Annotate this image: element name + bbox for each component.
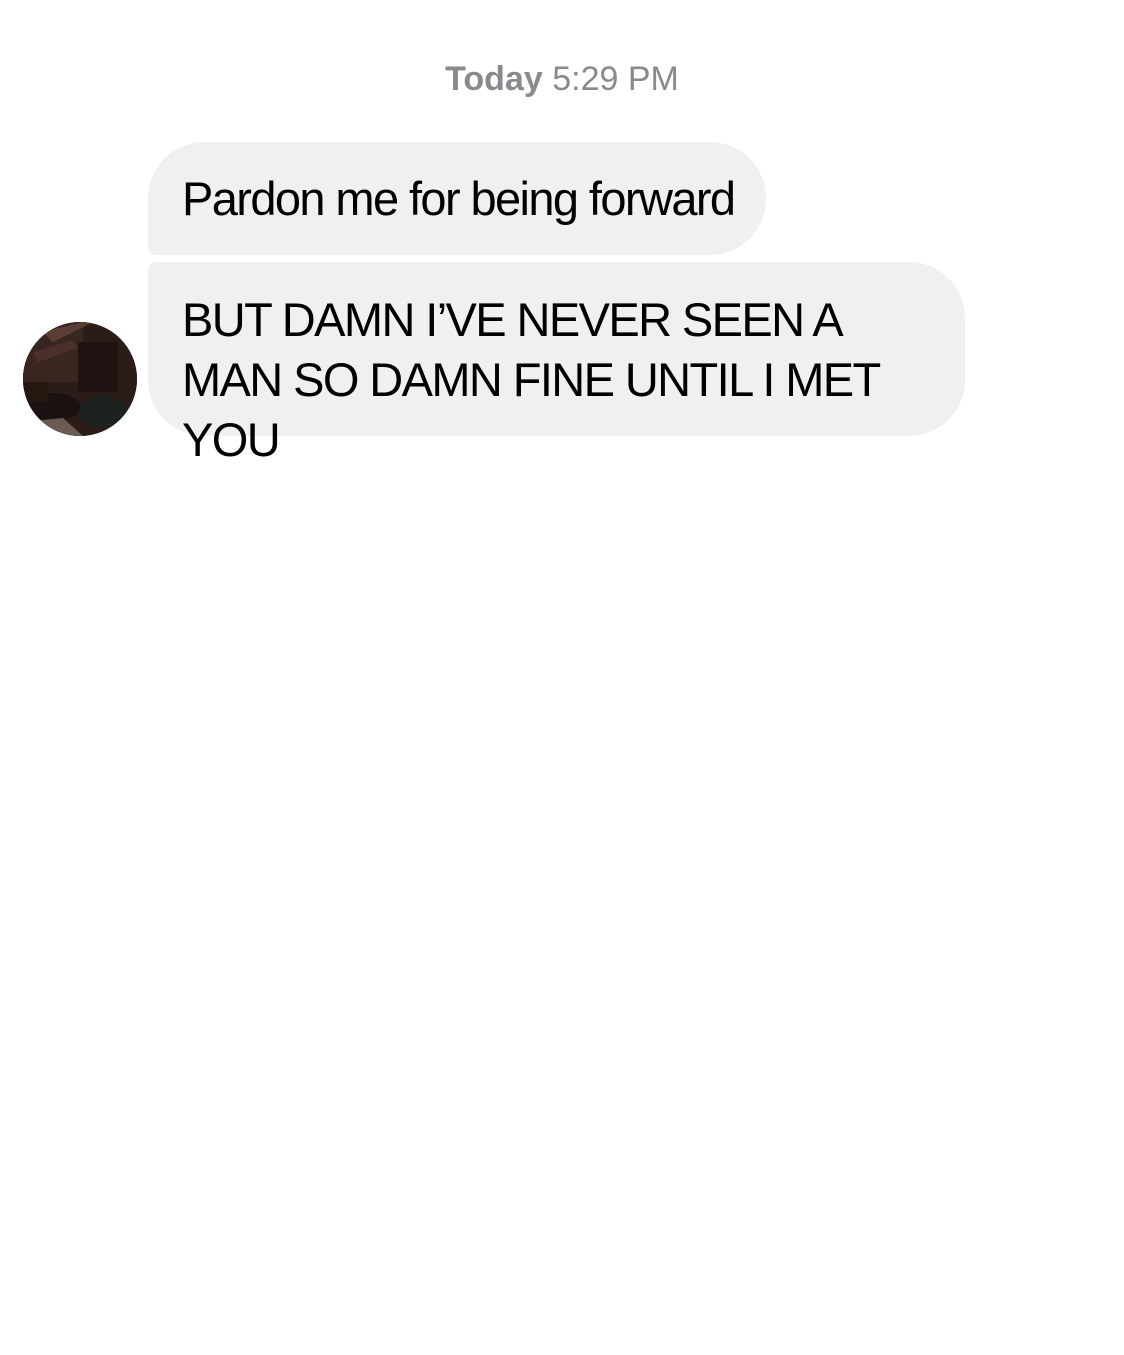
timestamp-time: 5:29 PM — [552, 60, 679, 98]
message-bubble[interactable]: Pardon me for being forward — [148, 142, 767, 255]
timestamp-day: Today — [445, 60, 543, 98]
message-bubble[interactable]: BUT DAMN I’VE NEVER SEEN A MAN SO DAMN F… — [148, 262, 965, 466]
message-timestamp: Today 5:29 PM — [0, 58, 1124, 100]
message-text: BUT DAMN I’VE NEVER SEEN A MAN SO DAMN F… — [182, 293, 880, 466]
message-text: Pardon me for being forward — [182, 172, 736, 225]
avatar-photo — [23, 322, 137, 436]
sender-avatar[interactable] — [23, 322, 137, 436]
